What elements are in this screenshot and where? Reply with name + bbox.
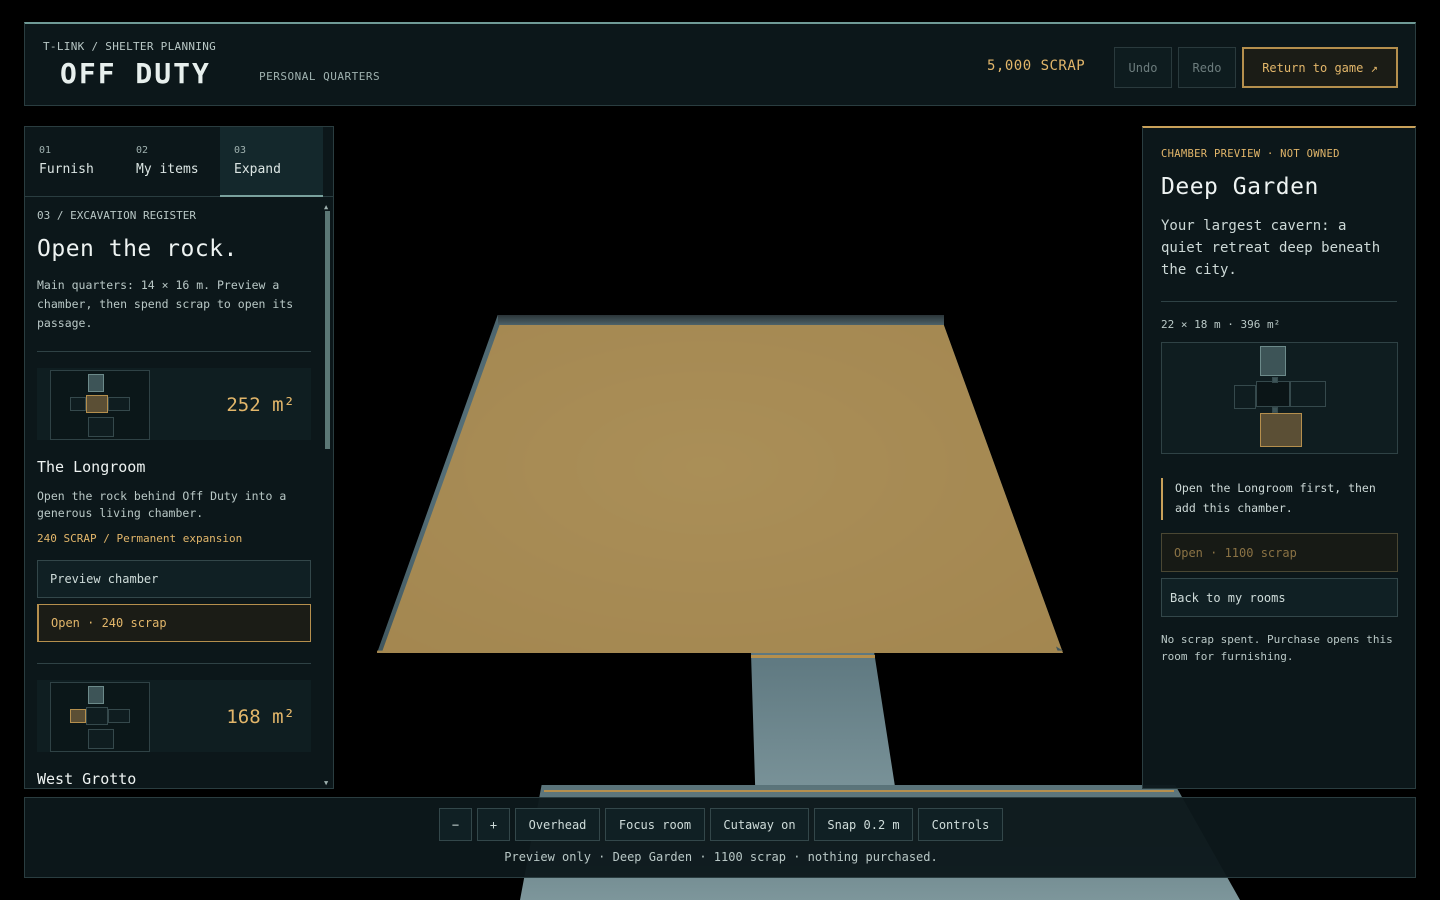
left-sidebar: 01 Furnish 02 My items 03 Expand ▲ ▼ 03 … xyxy=(24,126,334,789)
passage-corridor xyxy=(751,653,896,793)
return-to-game-button[interactable]: Return to game ↗ xyxy=(1242,47,1398,88)
preview-status-line: Preview only · Deep Garden · 1100 scrap … xyxy=(504,850,938,864)
preview-status-tag: CHAMBER PREVIEW · NOT OWNED xyxy=(1161,148,1340,160)
tab-label: Expand xyxy=(234,162,281,177)
zoom-out-button[interactable]: − xyxy=(439,808,472,841)
chamber-minimap xyxy=(50,682,150,752)
top-header: T-LINK / SHELTER PLANNING OFF DUTY PERSO… xyxy=(24,22,1416,106)
view-toolbar: − + Overhead Focus room Cutaway on Snap … xyxy=(24,797,1416,878)
tab-number: 02 xyxy=(136,145,149,156)
section-tag: 03 / EXCAVATION REGISTER xyxy=(37,209,196,222)
section-heading: Open the rock. xyxy=(37,236,238,262)
overhead-view-button[interactable]: Overhead xyxy=(515,808,600,841)
chamber-card-longroom: 252 m² The Longroom Open the rock behind… xyxy=(37,368,311,642)
focus-room-button[interactable]: Focus room xyxy=(605,808,705,841)
passage-edge xyxy=(751,655,875,658)
chamber-card-west-grotto: 168 m² West Grotto xyxy=(37,680,311,788)
cutaway-toggle-button[interactable]: Cutaway on xyxy=(710,808,809,841)
back-to-rooms-button[interactable]: Back to my rooms xyxy=(1161,578,1398,617)
page-subtitle: PERSONAL QUARTERS xyxy=(259,70,381,83)
chamber-thumbnail: 252 m² xyxy=(37,368,311,440)
chamber-name: The Longroom xyxy=(37,458,146,476)
divider xyxy=(37,663,311,664)
preview-chamber-button[interactable]: Preview chamber xyxy=(37,560,311,598)
chamber-description: Open the rock behind Off Duty into a gen… xyxy=(37,489,287,520)
tab-furnish[interactable]: 01 Furnish xyxy=(25,127,121,197)
deep-garden-back-wall xyxy=(498,315,944,325)
chamber-area: 252 m² xyxy=(226,394,295,416)
zoom-in-button[interactable]: + xyxy=(477,808,510,841)
chamber-thumbnail: 168 m² xyxy=(37,680,311,752)
excavation-register: 03 / EXCAVATION REGISTER Open the rock. … xyxy=(37,209,311,788)
prerequisite-note: Open the Longroom first, then add this c… xyxy=(1161,478,1398,520)
scrap-balance: 5,000 SCRAP xyxy=(987,58,1086,74)
chamber-minimap xyxy=(50,370,150,440)
chamber-layout-map xyxy=(1161,342,1398,454)
tab-number: 01 xyxy=(39,145,52,156)
scroll-thumb[interactable] xyxy=(325,211,330,449)
open-chamber-button[interactable]: Open · 240 scrap xyxy=(37,604,311,642)
scroll-up-arrow-icon[interactable]: ▲ xyxy=(324,203,328,211)
controls-button[interactable]: Controls xyxy=(918,808,1003,841)
chamber-dimensions: 22 × 18 m · 396 m² xyxy=(1161,318,1281,331)
open-deep-garden-button[interactable]: Open · 1100 scrap xyxy=(1161,533,1398,572)
mode-tabs: 01 Furnish 02 My items 03 Expand xyxy=(25,127,333,197)
chamber-preview-panel: CHAMBER PREVIEW · NOT OWNED Deep Garden … xyxy=(1142,126,1416,789)
breadcrumb: T-LINK / SHELTER PLANNING xyxy=(43,40,217,53)
tab-label: Furnish xyxy=(39,162,94,177)
purchase-footnote: No scrap spent. Purchase opens this room… xyxy=(1161,633,1393,663)
undo-button[interactable]: Undo xyxy=(1114,47,1172,88)
divider xyxy=(37,351,311,352)
redo-button[interactable]: Redo xyxy=(1178,47,1236,88)
snap-setting-button[interactable]: Snap 0.2 m xyxy=(814,808,913,841)
tab-my-items[interactable]: 02 My items xyxy=(122,127,218,197)
chamber-price: 240 SCRAP / Permanent expansion xyxy=(37,532,243,545)
divider xyxy=(1161,301,1397,302)
chamber-title: Deep Garden xyxy=(1161,174,1319,200)
sidebar-scrollbar[interactable]: ▲ ▼ xyxy=(324,203,331,788)
game-logo: OFF DUTY xyxy=(60,57,211,90)
tab-number: 03 xyxy=(234,145,247,156)
scroll-down-arrow-icon[interactable]: ▼ xyxy=(324,779,328,787)
chamber-area: 168 m² xyxy=(226,706,295,728)
tab-expand[interactable]: 03 Expand xyxy=(220,127,323,197)
main-quarters-edge xyxy=(544,790,1174,792)
chamber-name: West Grotto xyxy=(37,770,137,788)
chamber-description: Your largest cavern: a quiet retreat dee… xyxy=(1161,218,1381,278)
section-description: Main quarters: 14 × 16 m. Preview a cham… xyxy=(37,278,294,330)
tab-label: My items xyxy=(136,162,199,177)
